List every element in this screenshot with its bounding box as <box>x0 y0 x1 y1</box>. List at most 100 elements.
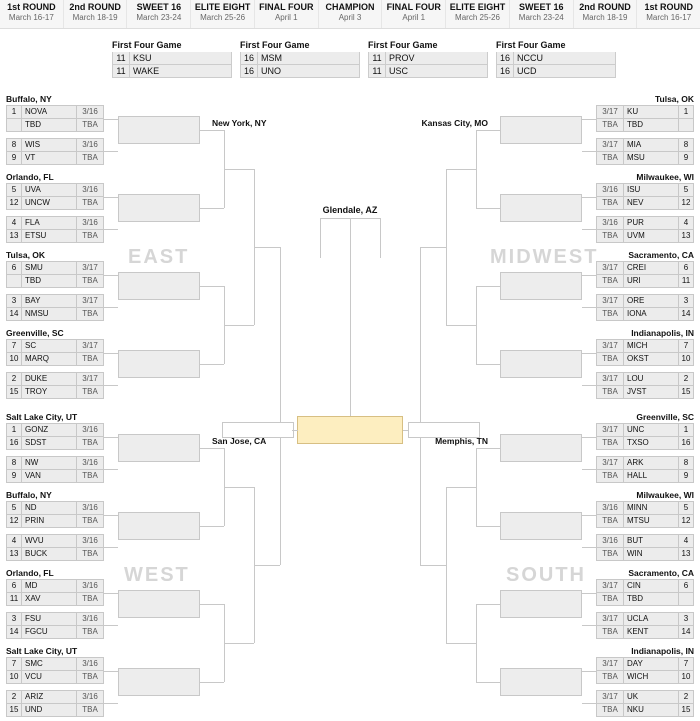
pod-location: Milwaukee, WI <box>596 490 694 500</box>
pod-location: Sacramento, CA <box>596 250 694 260</box>
r2-slot[interactable] <box>500 668 582 696</box>
final-four-slot-left[interactable] <box>222 422 294 438</box>
r2-slot[interactable] <box>500 434 582 462</box>
game[interactable]: 4BUT3/1613WINTBA <box>596 534 694 561</box>
r2-slot[interactable] <box>118 512 200 540</box>
game[interactable]: 1NOVA3/16TBDTBA <box>6 105 104 132</box>
ff-row: 11KSU <box>112 52 232 65</box>
first-four-3: First Four Game 11PROV 11USC <box>368 40 488 78</box>
pod-location: Indianapolis, IN <box>596 646 694 656</box>
hdr-r2-left: 2nd ROUNDMarch 18-19 <box>64 0 128 28</box>
pod-location: Tulsa, OK <box>6 250 104 260</box>
hdr-ff-left: FINAL FOURApril 1 <box>255 0 319 28</box>
game[interactable]: 3ORE3/1714IONATBA <box>596 294 694 321</box>
game[interactable]: 5UVA3/1612UNCWTBA <box>6 183 104 210</box>
r2-slot[interactable] <box>500 116 582 144</box>
game[interactable]: 4PUR3/1613UVMTBA <box>596 216 694 243</box>
first-four-1: First Four Game 11KSU 11WAKE <box>112 40 232 78</box>
pod-location: Tulsa, OK <box>596 94 694 104</box>
game[interactable]: 8NW3/169VANTBA <box>6 456 104 483</box>
pod-location: Greenville, SC <box>6 328 104 338</box>
game[interactable]: 4FLA3/1613ETSUTBA <box>6 216 104 243</box>
pod-west-4: Salt Lake City, UT 7SMC3/1610VCUTBA 2ARI… <box>6 646 104 721</box>
ff-row: 16MSM <box>240 52 360 65</box>
round-header: 1st ROUNDMarch 16-17 2nd ROUNDMarch 18-1… <box>0 0 700 29</box>
s16-site-midwest: Kansas City, MO <box>422 118 488 128</box>
game[interactable]: 3FSU3/1614FGCUTBA <box>6 612 104 639</box>
r2-slot[interactable] <box>118 590 200 618</box>
pod-midwest-2: Milwaukee, WI 5ISU3/1612NEVTBA 4PUR3/161… <box>596 172 694 249</box>
first-four-title: First Four Game <box>240 40 360 50</box>
game[interactable]: 2UK3/1715NKUTBA <box>596 690 694 717</box>
game[interactable]: 1KU3/17TBDTBA <box>596 105 694 132</box>
ff-row: 11PROV <box>368 52 488 65</box>
r2-slot[interactable] <box>500 272 582 300</box>
pod-location: Salt Lake City, UT <box>6 646 104 656</box>
first-four-title: First Four Game <box>112 40 232 50</box>
game[interactable]: 2LOU3/1715JVSTTBA <box>596 372 694 399</box>
game[interactable]: 7SC3/1710MARQTBA <box>6 339 104 366</box>
pod-east-1: Buffalo, NY 1NOVA3/16TBDTBA 8WIS3/169VTT… <box>6 94 104 171</box>
game[interactable]: 6CIN3/17TBDTBA <box>596 579 694 606</box>
game[interactable]: 5ISU3/1612NEVTBA <box>596 183 694 210</box>
game[interactable]: 2ARIZ3/1615UNDTBA <box>6 690 104 717</box>
hdr-r1-left: 1st ROUNDMarch 16-17 <box>0 0 64 28</box>
r2-slot[interactable] <box>118 116 200 144</box>
pod-midwest-1: Tulsa, OK 1KU3/17TBDTBA 8MIA3/179MSUTBA <box>596 94 694 171</box>
game[interactable]: 7MICH3/1710OKSTTBA <box>596 339 694 366</box>
region-label-east: EAST <box>128 246 189 269</box>
r2-slot[interactable] <box>118 272 200 300</box>
first-four-2: First Four Game 16MSM 16UNO <box>240 40 360 78</box>
pod-location: Milwaukee, WI <box>596 172 694 182</box>
r2-slot[interactable] <box>118 434 200 462</box>
pod-south-3: Sacramento, CA 6CIN3/17TBDTBA 3UCLA3/171… <box>596 568 694 645</box>
game[interactable]: 6CREI3/1711URITBA <box>596 261 694 288</box>
game[interactable]: 8ARK3/179HALLTBA <box>596 456 694 483</box>
r2-slot[interactable] <box>118 350 200 378</box>
game[interactable]: 3BAY3/1714NMSUTBA <box>6 294 104 321</box>
region-label-midwest: MIDWEST <box>490 246 598 269</box>
game[interactable]: 3UCLA3/1714KENTTBA <box>596 612 694 639</box>
game[interactable]: 4WVU3/1613BUCKTBA <box>6 534 104 561</box>
hdr-s16-right: SWEET 16March 23-24 <box>510 0 574 28</box>
game[interactable]: 8WIS3/169VTTBA <box>6 138 104 165</box>
first-four-title: First Four Game <box>496 40 616 50</box>
hdr-ff-right: FINAL FOURApril 1 <box>382 0 446 28</box>
hdr-e8-right: ELITE EIGHTMarch 25-26 <box>446 0 510 28</box>
game[interactable]: 1UNC3/1716TXSOTBA <box>596 423 694 450</box>
r2-slot[interactable] <box>118 668 200 696</box>
final-four-slot-right[interactable] <box>408 422 480 438</box>
ff-row: 16UNO <box>240 65 360 78</box>
hdr-s16-left: SWEET 16March 23-24 <box>127 0 191 28</box>
pod-east-4: Greenville, SC 7SC3/1710MARQTBA 2DUKE3/1… <box>6 328 104 405</box>
pod-location: Sacramento, CA <box>596 568 694 578</box>
pod-east-3: Tulsa, OK 6SMU3/17TBDTBA 3BAY3/1714NMSUT… <box>6 250 104 327</box>
s16-site-east: New York, NY <box>212 118 266 128</box>
pod-south-2: Milwaukee, WI 5MINN3/1612MTSUTBA 4BUT3/1… <box>596 490 694 567</box>
pod-location: Buffalo, NY <box>6 490 104 500</box>
r2-slot[interactable] <box>500 350 582 378</box>
hdr-r2-right: 2nd ROUNDMarch 18-19 <box>574 0 638 28</box>
final-site-label: Glendale, AZ <box>0 205 700 215</box>
pod-south-1: Greenville, SC 1UNC3/1716TXSOTBA 8ARK3/1… <box>596 412 694 489</box>
game[interactable]: 5MINN3/1612MTSUTBA <box>596 501 694 528</box>
game[interactable]: 5ND3/1612PRINTBA <box>6 501 104 528</box>
game[interactable]: 2DUKE3/1715TROYTBA <box>6 372 104 399</box>
game[interactable]: 1GONZ3/1616SDSTTBA <box>6 423 104 450</box>
game[interactable]: 7SMC3/1610VCUTBA <box>6 657 104 684</box>
r2-slot[interactable] <box>500 590 582 618</box>
r2-slot[interactable] <box>500 512 582 540</box>
hdr-r1-right: 1st ROUNDMarch 16-17 <box>637 0 700 28</box>
game[interactable]: 6SMU3/17TBDTBA <box>6 261 104 288</box>
region-label-south: SOUTH <box>506 564 586 587</box>
r2-slot[interactable] <box>500 194 582 222</box>
r2-slot[interactable] <box>118 194 200 222</box>
champion-box[interactable] <box>297 416 403 444</box>
hdr-e8-left: ELITE EIGHTMarch 25-26 <box>191 0 255 28</box>
ff-row: 16NCCU <box>496 52 616 65</box>
pod-location: Orlando, FL <box>6 568 104 578</box>
pod-location: Greenville, SC <box>596 412 694 422</box>
game[interactable]: 7DAY3/1710WICHTBA <box>596 657 694 684</box>
game[interactable]: 8MIA3/179MSUTBA <box>596 138 694 165</box>
game[interactable]: 6MD3/1611XAVTBA <box>6 579 104 606</box>
